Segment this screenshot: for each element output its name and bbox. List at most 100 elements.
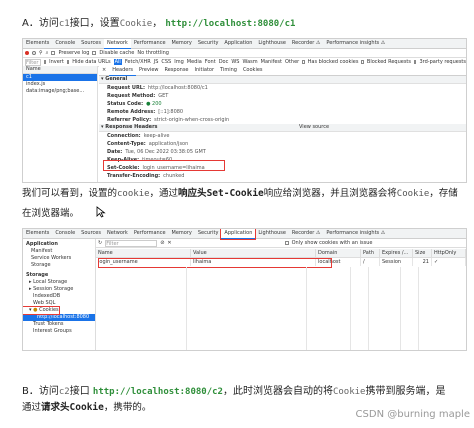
search-icon[interactable]: ⌕ [46,50,49,56]
tab-recorder[interactable]: Recorder ⚠ [289,229,323,238]
detail-tab-headers[interactable]: Headers [109,65,137,76]
tab-performance-insights[interactable]: Performance insights ⚠ [323,39,388,48]
tab-network[interactable]: Network [104,229,131,238]
cookie-path-cell: / [360,257,380,266]
clear-icon[interactable] [32,51,36,55]
type-all[interactable]: All [113,59,122,65]
tab-lighthouse[interactable]: Lighthouse [255,229,289,238]
response-content-type: Content-Type: application/json [107,141,189,147]
third-party-checkbox[interactable] [414,60,417,64]
tab-console[interactable]: Console [52,229,78,238]
type-fetch[interactable]: Fetch/XHR [125,59,151,65]
col-size[interactable]: Size [412,249,432,258]
record-icon[interactable] [25,51,29,55]
preserve-log-checkbox[interactable] [51,51,56,55]
detail-tab-initiator[interactable]: Initiator [192,66,218,75]
throttling-select[interactable]: No throttling [137,50,169,56]
sidebar-item-trust-tokens[interactable]: Trust Tokens [23,321,95,328]
detail-tab-timing[interactable]: Timing [217,66,240,75]
blocked-requests-checkbox[interactable] [361,60,364,64]
disable-cache-checkbox[interactable] [92,51,97,55]
sidebar-item-cookies[interactable]: ▾ ● Cookies [23,306,60,315]
type-css[interactable]: CSS [161,59,171,65]
col-domain[interactable]: Domain [315,249,361,258]
tab-elements[interactable]: Elements [23,229,52,238]
type-ws[interactable]: WS [231,59,239,65]
section-a-heading: A．访问c1接口，设置Cookie， http://localhost:8080… [22,18,296,29]
request-row-c1[interactable]: c1 [23,74,97,81]
delete-icon[interactable]: ✕ [167,240,171,246]
tab-security[interactable]: Security [195,229,222,238]
url-c2[interactable]: http://localhost:8080/c2 [93,387,223,397]
filter-icon[interactable]: ⚲ [39,50,43,56]
type-font[interactable]: Font [205,59,216,65]
request-row-index-js[interactable]: index.js [23,81,97,88]
blocked-cookies-checkbox[interactable] [302,60,305,64]
hide-data-urls-checkbox[interactable] [66,60,70,64]
tab-console[interactable]: Console [52,39,78,48]
sidebar-item-service-workers[interactable]: Service Workers [23,255,95,262]
cookie-filter-input[interactable]: Filter [105,239,158,247]
type-media[interactable]: Media [187,59,202,65]
type-img[interactable]: Img [174,59,184,65]
invert-checkbox[interactable] [43,60,47,64]
detail-tab-response[interactable]: Response [161,66,191,75]
general-request-url: Request URL: http://localhost:8080/c1 [107,85,208,91]
tab-performance[interactable]: Performance [131,229,169,238]
type-other[interactable]: Other [285,59,299,65]
col-path[interactable]: Path [360,249,380,258]
refresh-icon[interactable]: ↻ [98,240,102,246]
storage-section-title: Storage [26,272,49,278]
general-referrer-policy: Referrer Policy: strict-origin-when-cross… [107,117,230,123]
detail-tab-preview[interactable]: Preview [136,66,161,75]
sidebar-item-local-storage[interactable]: ▸ Local Storage [23,279,95,286]
tab-sources[interactable]: Sources [78,229,104,238]
col-httponly[interactable]: HttpOnly [431,249,466,258]
sidebar-item-web-sql[interactable]: Web SQL [23,300,95,307]
response-headers-section-header[interactable]: ▾ Response Headers View source [99,124,466,132]
tab-sources[interactable]: Sources [78,39,104,48]
general-section-header[interactable]: ▾ General [99,76,466,84]
request-row-data-image[interactable]: data:image/png;base... [23,88,97,95]
tab-elements[interactable]: Elements [23,39,52,48]
view-source-link[interactable]: View source [299,124,329,131]
col-expires[interactable]: Expires /... [379,249,413,258]
detail-tabbar: × Headers Preview Response Initiator Tim… [99,65,466,76]
clear-all-icon[interactable]: ⊘ [160,240,164,246]
type-js[interactable]: JS [154,59,159,65]
tab-application[interactable]: Application [221,39,255,48]
only-issue-checkbox[interactable] [284,241,289,245]
sidebar-item-session-storage[interactable]: ▸ Session Storage [23,286,95,293]
sidebar-item-indexeddb[interactable]: IndexedDB [23,293,95,300]
tab-security[interactable]: Security [195,39,222,48]
type-manifest[interactable]: Manifest [261,59,282,65]
sidebar-item-manifest[interactable]: Manifest [23,248,95,255]
type-wasm[interactable]: Wasm [242,59,257,65]
url-c1[interactable]: http://localhost:8080/c1 [165,19,295,29]
col-name[interactable]: Name [96,249,191,258]
section-b-heading: B．访问c2接口 http://localhost:8080/c2，此时浏览器会… [22,386,446,397]
request-detail-pane: × Headers Preview Response Initiator Tim… [99,65,466,182]
tab-performance[interactable]: Performance [131,39,169,48]
tab-memory[interactable]: Memory [169,229,195,238]
sidebar-item-storage[interactable]: Storage [23,262,95,269]
cookie-icon: ● [33,307,38,313]
filter-input[interactable]: Filter [25,58,41,66]
cookie-table-header: Name Value Domain Path Expires /... Size… [96,249,466,258]
devtools-network-screenshot: Elements Console Sources Network Perform… [22,38,467,183]
type-doc[interactable]: Doc [219,59,229,65]
tab-memory[interactable]: Memory [169,39,195,48]
tab-lighthouse[interactable]: Lighthouse [255,39,289,48]
tab-performance-insights[interactable]: Performance insights ⚠ [323,229,388,238]
tab-recorder[interactable]: Recorder ⚠ [289,39,323,48]
sidebar-item-cookie-origin[interactable]: http://localhost:8080 [23,314,95,321]
detail-tab-cookies[interactable]: Cookies [240,66,266,75]
sidebar-item-interest-groups[interactable]: Interest Groups [23,328,95,335]
close-detail-icon[interactable]: × [99,66,109,75]
col-value[interactable]: Value [190,249,316,258]
devtools-application-screenshot: Elements Console Sources Network Perform… [22,228,467,351]
response-transfer-encoding: Transfer-Encoding: chunked [107,173,185,179]
tab-network[interactable]: Network [103,39,131,49]
tab-application[interactable]: Application [220,229,257,240]
name-column-header[interactable]: Name [23,66,97,74]
